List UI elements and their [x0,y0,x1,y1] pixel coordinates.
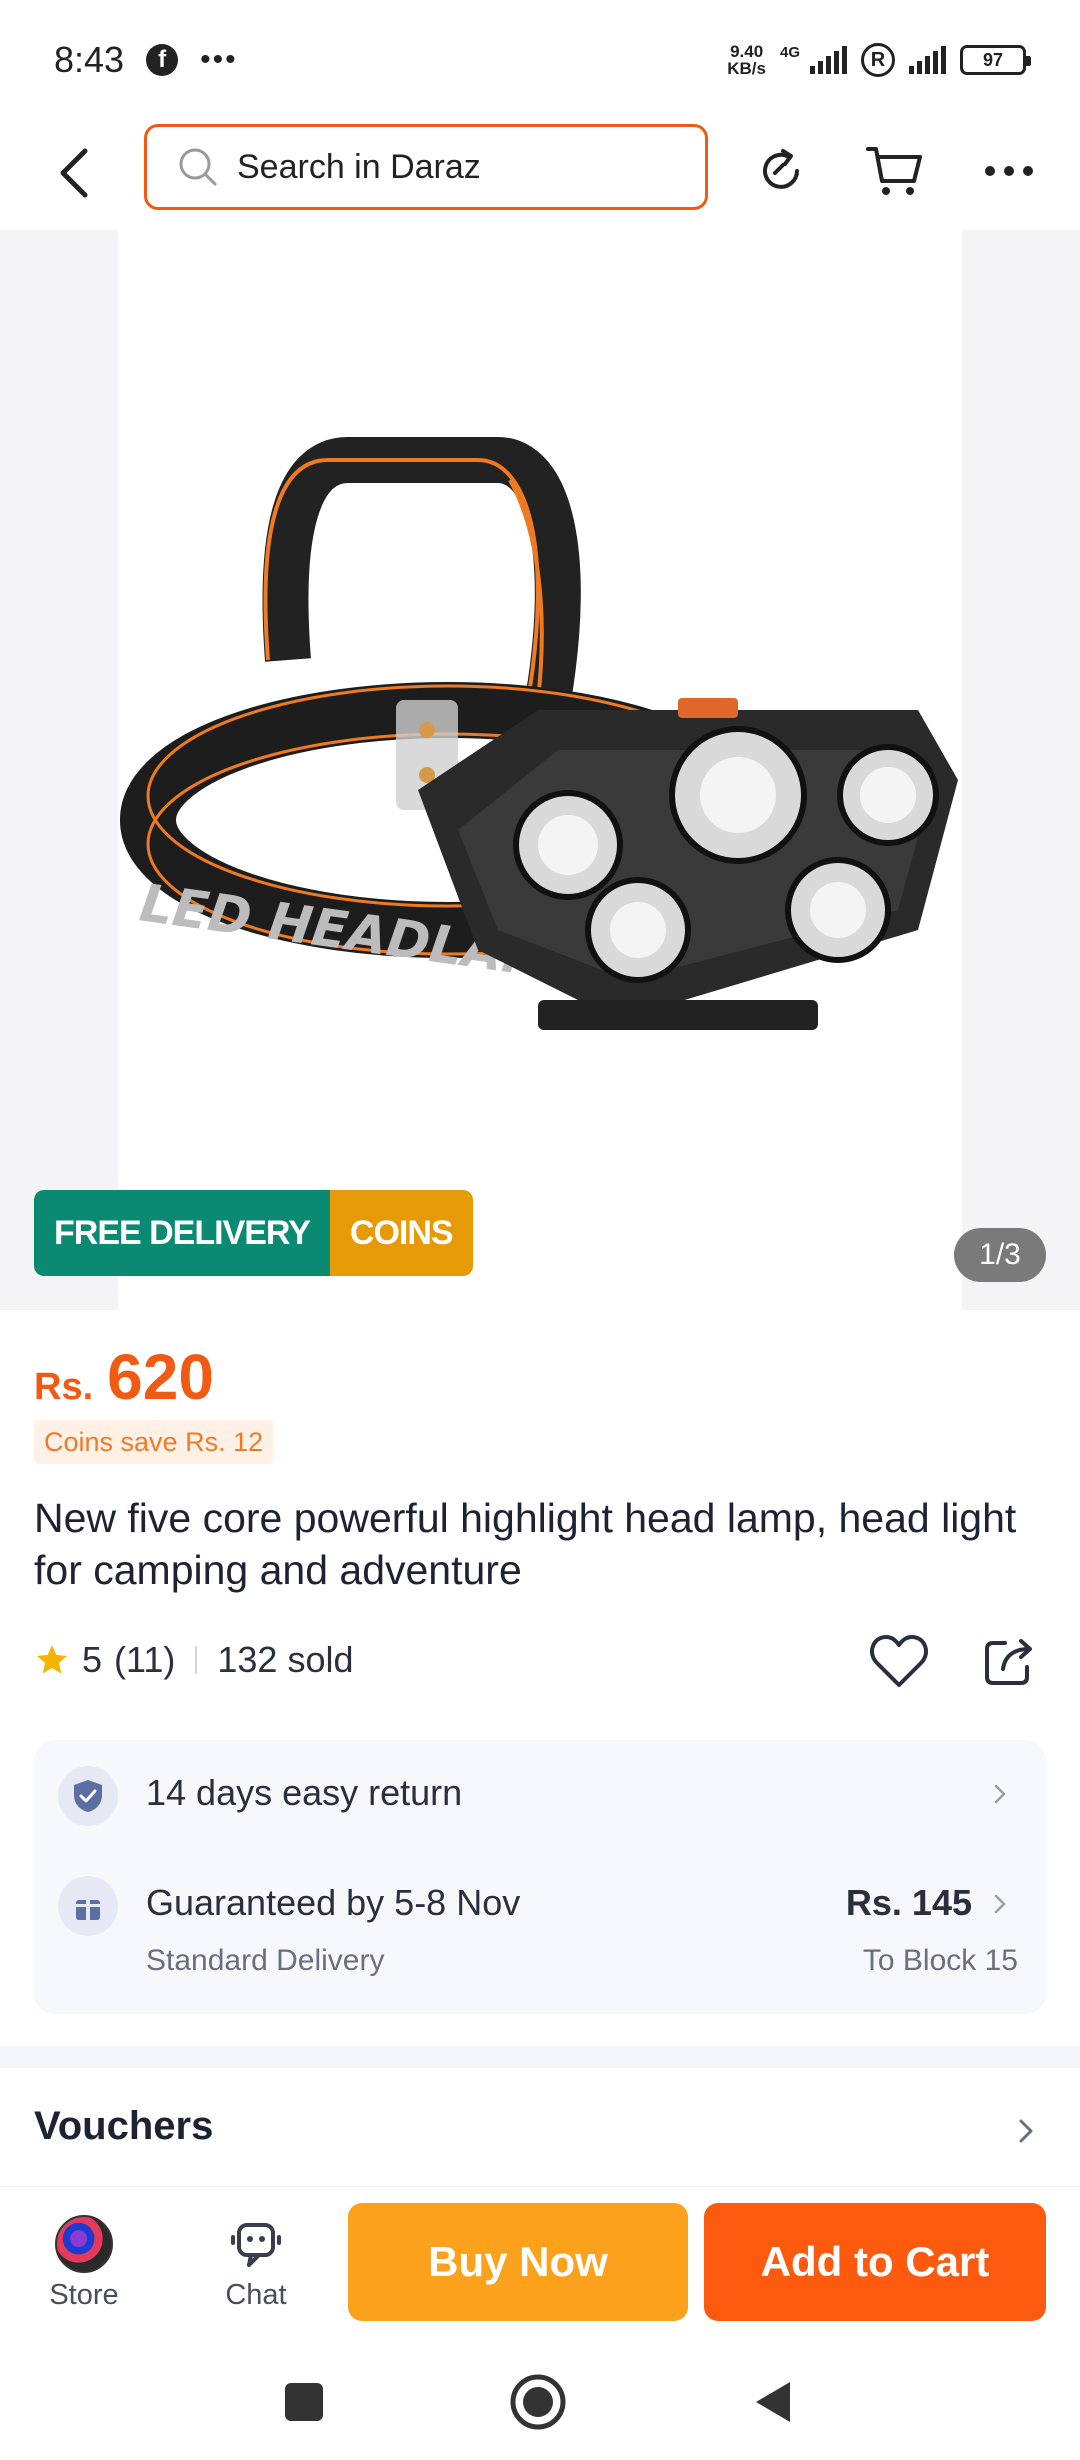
facebook-notification-icon: f [146,44,179,76]
recents-button[interactable] [274,2372,334,2432]
more-icon [985,166,1033,176]
store-label: Store [49,2279,119,2311]
chat-icon [231,2223,281,2267]
image-counter: 1/3 [954,1228,1046,1282]
network-speed-unit: KB/s [727,59,766,78]
headlamp-image: LED HEADLAMP [120,437,958,1030]
chevron-right-icon [988,1892,1012,1916]
back-triangle-icon [756,2382,790,2422]
vouchers-title[interactable]: Vouchers [34,2104,213,2149]
price-currency: Rs. [34,1366,94,1408]
search-placeholder: Search in Daraz [237,147,481,186]
store-button[interactable]: Store [24,2215,144,2312]
delivery-price: Rs. 145 [845,1882,972,1923]
home-button[interactable] [508,2372,568,2432]
star-icon [37,1645,67,1674]
roaming-icon: R [861,43,895,77]
back-arrow-icon [60,148,88,198]
promo-badges: FREE DELIVERY COINS [34,1190,473,1276]
delivery-destination: To Block 15 [862,1944,1018,1977]
heart-icon [870,1635,928,1687]
back-button[interactable] [40,138,110,208]
product-title: New five core powerful highlight head la… [34,1495,1017,1593]
network-speed-value: 9.40 [730,42,764,61]
wishlist-button[interactable] [864,1626,934,1696]
status-time: 8:43 [54,39,125,80]
search-input[interactable]: Search in Daraz [144,124,708,210]
store-avatar [55,2215,113,2273]
product-image: LED HEADLAMP [118,230,962,1310]
share-button[interactable] [974,1626,1044,1696]
price: Rs. 620 [34,1340,214,1414]
return-policy-row[interactable]: 14 days easy return [34,1740,1046,1850]
signal-strength-icon [810,46,847,74]
more-options-button[interactable] [972,134,1046,208]
chevron-right-icon [988,1782,1012,1806]
system-navigation-bar [0,2336,1080,2460]
buy-now-button[interactable]: Buy Now [348,2203,688,2321]
vouchers-chevron-right-icon[interactable] [1018,2118,1034,2149]
chat-label: Chat [225,2279,287,2311]
sold-count: 132 sold [217,1639,354,1680]
service-card: 14 days easy return Guaranteed by 5-8 No… [34,1740,1046,2014]
cart-button[interactable] [858,134,932,208]
share-icon [985,1639,1032,1685]
bottom-action-bar: Store Chat Buy Now Add to Cart [0,2186,1080,2336]
recents-square-icon [285,2383,323,2421]
return-shield-icon [58,1766,118,1826]
signal-strength-icon-2 [909,46,946,74]
network-speed: 9.40 KB/s [727,43,766,77]
chat-button[interactable]: Chat [196,2215,316,2312]
network-type: 4G [779,43,800,61]
section-divider [0,2046,1080,2068]
review-count: (11) [114,1639,176,1680]
rating-divider [195,1646,198,1674]
rating-summary[interactable]: 5 (11) 132 sold [34,1634,354,1686]
return-policy-label: 14 days easy return [146,1772,463,1813]
more-notifications-icon: ••• [200,43,238,76]
cart-icon [866,147,922,195]
coins-badge: COINS [329,1190,473,1276]
battery-icon: 97 [960,45,1031,75]
refresh-share-button[interactable] [744,134,818,208]
free-delivery-badge: FREE DELIVERY [34,1190,330,1276]
back-nav-button[interactable] [742,2372,802,2432]
status-bar: 8:43 f ••• 9.40 KB/s 4G R 97 [0,0,1080,120]
delivery-type: Standard Delivery [146,1944,385,1977]
share-refresh-icon [763,149,799,189]
product-image-gallery[interactable]: LED HEADLAMP FREE DELIVERY COINS 1/3 [0,230,1080,1310]
home-circle-icon [510,2374,566,2430]
search-icon [179,148,217,186]
add-to-cart-button[interactable]: Add to Cart [704,2203,1046,2321]
coins-save-tag: Coins save Rs. 12 [34,1420,274,1464]
top-navigation: Search in Daraz [0,120,1080,230]
delivery-guarantee-label: Guaranteed by 5-8 Nov [146,1882,521,1923]
delivery-row[interactable]: Guaranteed by 5-8 Nov Standard Delivery … [34,1850,1046,2014]
rating-value: 5 [82,1639,103,1680]
delivery-gift-icon [58,1876,118,1936]
price-value: 620 [107,1341,214,1413]
